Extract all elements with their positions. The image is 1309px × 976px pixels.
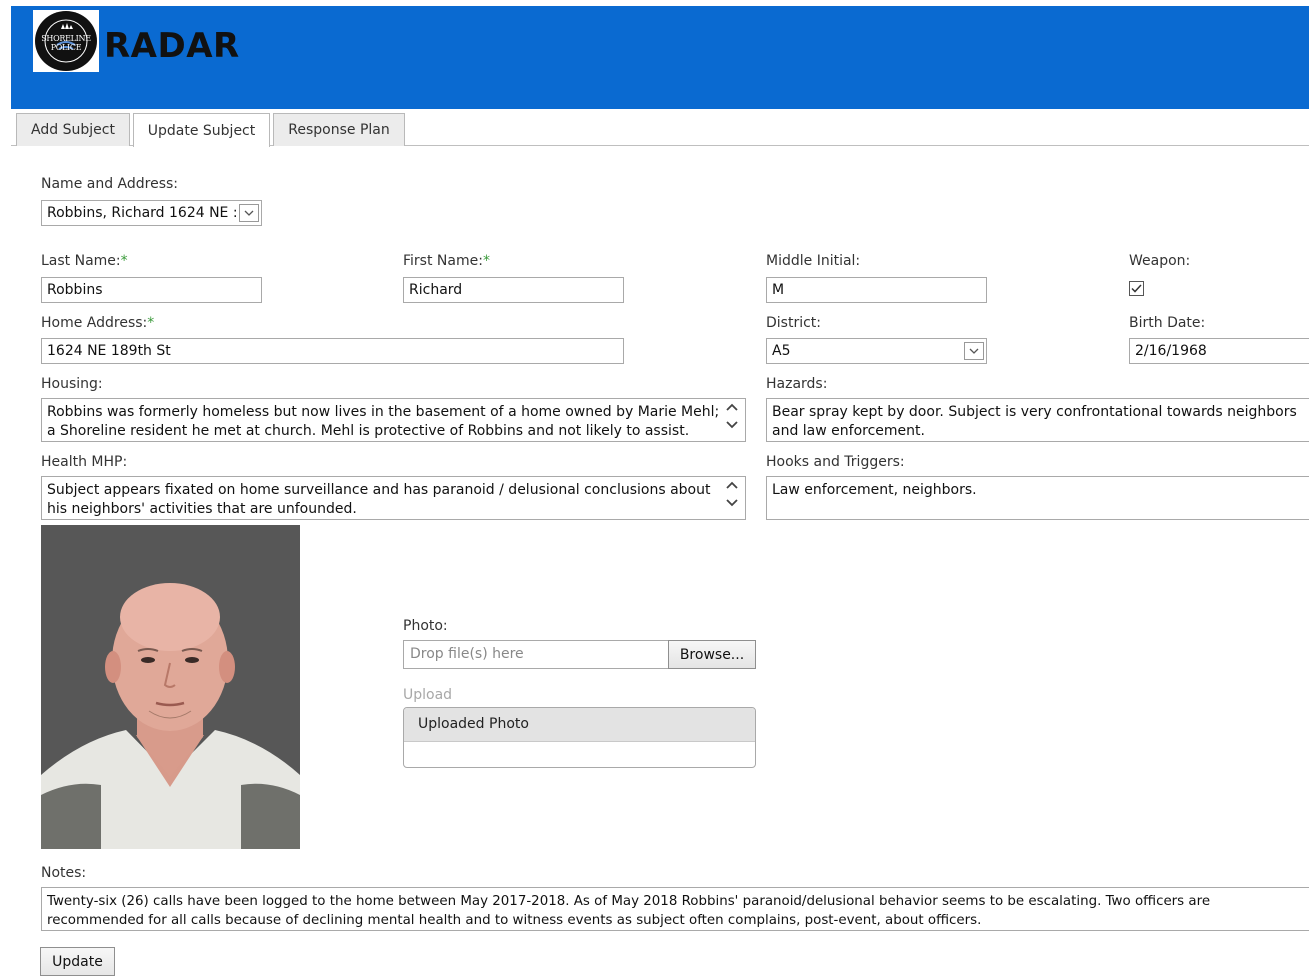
- hazards-textarea[interactable]: Bear spray kept by door. Subject is very…: [766, 398, 1309, 442]
- weapon-label: Weapon:: [1129, 253, 1191, 269]
- district-select[interactable]: A5: [766, 338, 987, 364]
- chevron-up-icon[interactable]: [725, 480, 739, 490]
- hazards-line: Bear spray kept by door. Subject is very…: [772, 404, 1297, 420]
- first-name-label: First Name:*: [403, 253, 490, 269]
- required-marker: *: [482, 253, 490, 269]
- app-title: RADAR: [104, 26, 240, 66]
- chevron-up-icon[interactable]: [725, 402, 739, 412]
- name-address-label: Name and Address:: [41, 176, 179, 192]
- hooks-triggers-textarea[interactable]: Law enforcement, neighbors.: [766, 476, 1309, 520]
- tab-response-plan[interactable]: Response Plan: [273, 113, 405, 146]
- notes-line: Twenty-six (26) calls have been logged t…: [47, 894, 1211, 909]
- housing-line: a Shoreline resident he met at church. M…: [47, 423, 690, 439]
- browse-button[interactable]: Browse...: [668, 640, 756, 669]
- name-address-value: Robbins, Richard 1624 NE :: [47, 205, 237, 221]
- health-mhp-label: Health MHP:: [41, 454, 128, 470]
- birth-date-label: Birth Date:: [1129, 315, 1206, 331]
- logo-text: SHORELINE POLICE: [41, 34, 91, 52]
- district-label: District:: [766, 315, 822, 331]
- housing-label: Housing:: [41, 376, 103, 392]
- chevron-down-icon[interactable]: [725, 498, 739, 508]
- middle-initial-field[interactable]: M: [766, 277, 987, 303]
- hazards-label: Hazards:: [766, 376, 828, 392]
- health-mhp-line: his neighbors' activities that are unfou…: [47, 501, 357, 517]
- uploaded-photo-panel: Uploaded Photo: [403, 707, 756, 768]
- notes-label: Notes:: [41, 865, 87, 881]
- middle-initial-label: Middle Initial:: [766, 253, 861, 269]
- app-header: SHORELINE POLICE RADAR: [11, 6, 1309, 109]
- health-mhp-textarea[interactable]: Subject appears fixated on home surveill…: [41, 476, 746, 520]
- chevron-down-icon[interactable]: [239, 204, 259, 222]
- textarea-scroll-arrows[interactable]: [721, 402, 743, 440]
- update-button[interactable]: Update: [40, 947, 115, 976]
- subject-photo: [41, 525, 300, 849]
- logo: SHORELINE POLICE: [33, 10, 99, 72]
- required-marker: *: [147, 315, 155, 331]
- housing-line: Robbins was formerly homeless but now li…: [47, 404, 720, 420]
- file-drop-zone[interactable]: Drop file(s) here: [403, 640, 669, 669]
- upload-link[interactable]: Upload: [403, 687, 452, 703]
- last-name-field[interactable]: Robbins: [41, 277, 262, 303]
- chevron-down-icon[interactable]: [725, 420, 739, 430]
- notes-line: recommended for all calls because of dec…: [47, 913, 982, 928]
- health-mhp-line: Subject appears fixated on home surveill…: [47, 482, 711, 498]
- hooks-triggers-label: Hooks and Triggers:: [766, 454, 905, 470]
- first-name-field[interactable]: Richard: [403, 277, 624, 303]
- home-address-field[interactable]: 1624 NE 189th St: [41, 338, 624, 364]
- name-address-select[interactable]: Robbins, Richard 1624 NE :: [41, 200, 262, 226]
- birth-date-field[interactable]: 2/16/1968: [1129, 338, 1309, 364]
- home-address-label: Home Address:*: [41, 315, 155, 331]
- photo-label: Photo:: [403, 618, 448, 634]
- last-name-label: Last Name:*: [41, 253, 128, 269]
- chevron-down-icon[interactable]: [964, 342, 984, 360]
- weapon-checkbox[interactable]: [1129, 281, 1144, 296]
- checkmark-icon: [1131, 284, 1142, 293]
- required-marker: *: [120, 253, 128, 269]
- uploaded-photo-header: Uploaded Photo: [404, 708, 755, 742]
- hazards-line: and law enforcement.: [772, 423, 925, 439]
- tab-add-subject[interactable]: Add Subject: [16, 113, 130, 146]
- housing-textarea[interactable]: Robbins was formerly homeless but now li…: [41, 398, 746, 442]
- notes-textarea[interactable]: Twenty-six (26) calls have been logged t…: [41, 887, 1309, 931]
- tab-update-subject[interactable]: Update Subject: [133, 113, 270, 147]
- textarea-scroll-arrows[interactable]: [721, 480, 743, 518]
- district-value: A5: [772, 343, 791, 359]
